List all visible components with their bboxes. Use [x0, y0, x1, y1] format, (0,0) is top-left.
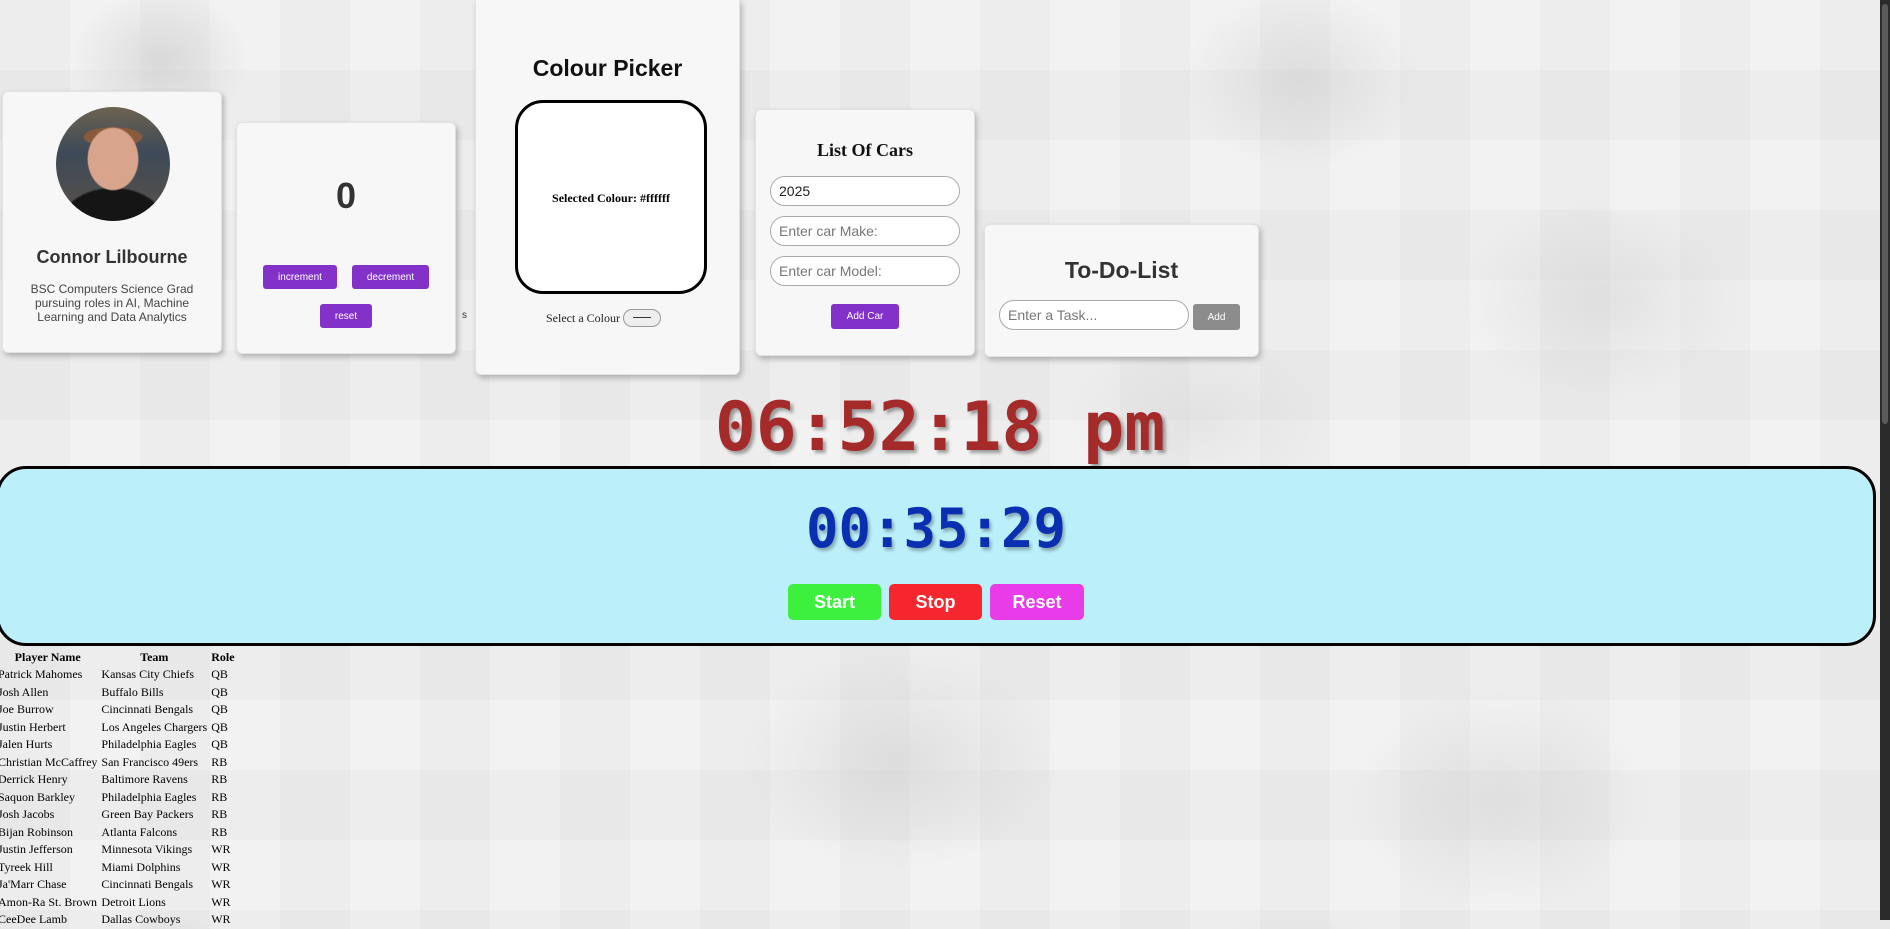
- table-row: Bijan Robinson Atlanta Falcons RB: [0, 824, 237, 842]
- colour-select-row: Select a Colour: [546, 309, 661, 327]
- table-row: Amon-Ra St. Brown Detroit Lions WR: [0, 894, 237, 912]
- table-row: Josh Jacobs Green Bay Packers RB: [0, 806, 237, 824]
- cell-role: WR: [211, 859, 231, 874]
- cell-team: Baltimore Ravens: [101, 772, 188, 787]
- players-table: Player Name Team Role Patrick Mahomes Kan…: [0, 648, 237, 929]
- stopwatch-reset-button[interactable]: Reset: [990, 584, 1084, 620]
- counter-value: 0: [335, 175, 357, 216]
- table-row: Tyreek Hill Miami Dolphins WR: [0, 859, 237, 877]
- header-role: Role: [211, 649, 235, 664]
- cell-role: WR: [211, 877, 231, 892]
- cell-role: RB: [211, 824, 228, 839]
- cell-team: San Francisco 49ers: [101, 754, 199, 769]
- cell-team: Philadelphia Eagles: [101, 737, 197, 752]
- cell-team: Los Angeles Chargers: [101, 719, 208, 734]
- table-row: Joe Burrow Cincinnati Bengals QB: [0, 701, 237, 719]
- profile-card: Connor Lilbourne BSC Computers Science G…: [2, 91, 222, 353]
- cell-team: Minnesota Vikings: [101, 842, 193, 857]
- colour-picker-card: Colour Picker Selected Colour: #ffffff S…: [475, 0, 740, 375]
- table-row: Justin Herbert Los Angeles Chargers QB: [0, 719, 237, 737]
- cell-team: Philadelphia Eagles: [101, 789, 197, 804]
- cell-role: QB: [211, 737, 228, 752]
- profile-name: Connor Lilbourne: [36, 247, 188, 267]
- table-row: Jalen Hurts Philadelphia Eagles QB: [0, 736, 237, 754]
- avatar: [56, 107, 170, 221]
- select-colour-label: Select a Colour: [546, 310, 620, 325]
- todo-title: To-Do-List: [1064, 257, 1179, 283]
- table-row: Derrick Henry Baltimore Ravens RB: [0, 771, 237, 789]
- colour-preview-box: Selected Colour: #ffffff: [515, 100, 707, 294]
- add-task-button[interactable]: Add: [1193, 304, 1240, 330]
- todo-card: To-Do-List Add: [984, 224, 1259, 357]
- cell-player-name: Derrick Henry: [0, 772, 68, 787]
- cell-team: Detroit Lions: [101, 894, 166, 909]
- cars-card: List Of Cars Add Car: [755, 109, 975, 356]
- cell-team: Buffalo Bills: [101, 684, 164, 699]
- cell-player-name: Justin Jefferson: [0, 842, 73, 857]
- cell-role: RB: [211, 772, 228, 787]
- cell-player-name: Amon-Ra St. Brown: [0, 894, 97, 909]
- cell-role: RB: [211, 754, 228, 769]
- cell-player-name: Saquon Barkley: [0, 789, 75, 804]
- cell-player-name: Tyreek Hill: [0, 859, 53, 874]
- cell-player-name: Bijan Robinson: [0, 824, 74, 839]
- cell-team: Green Bay Packers: [101, 807, 194, 822]
- cars-title: List Of Cars: [817, 140, 913, 160]
- cell-player-name: Justin Herbert: [0, 719, 66, 734]
- table-row: Josh Allen Buffalo Bills QB: [0, 684, 237, 702]
- table-row: Saquon Barkley Philadelphia Eagles RB: [0, 789, 237, 807]
- cell-team: Cincinnati Bengals: [101, 877, 194, 892]
- cell-player-name: Ja'Marr Chase: [0, 877, 67, 892]
- car-make-input[interactable]: [770, 216, 960, 246]
- table-row: Ja'Marr Chase Cincinnati Bengals WR: [0, 876, 237, 894]
- scrollbar-thumb[interactable]: [1882, 4, 1888, 424]
- colour-picker-title: Colour Picker: [532, 55, 683, 81]
- cell-team: Atlanta Falcons: [101, 824, 178, 839]
- stop-button[interactable]: Stop: [889, 584, 982, 620]
- cell-team: Miami Dolphins: [101, 859, 181, 874]
- increment-button[interactable]: increment: [263, 265, 337, 289]
- cell-player-name: Josh Jacobs: [0, 807, 55, 822]
- task-input[interactable]: [999, 300, 1189, 330]
- header-team: Team: [140, 649, 169, 664]
- cell-team: Cincinnati Bengals: [101, 702, 194, 717]
- cell-player-name: Joe Burrow: [0, 702, 54, 717]
- cell-role: RB: [211, 807, 228, 822]
- cell-role: QB: [211, 702, 228, 717]
- cell-role: WR: [211, 894, 231, 909]
- cell-role: QB: [211, 667, 228, 682]
- digital-clock: 06:52:18 pm: [714, 388, 1166, 467]
- table-row: Justin Jefferson Minnesota Vikings WR: [0, 841, 237, 859]
- counter-reset-button[interactable]: reset: [320, 304, 372, 328]
- cell-player-name: Christian McCaffrey: [0, 754, 98, 769]
- cell-player-name: Jalen Hurts: [0, 737, 53, 752]
- cell-role: WR: [211, 842, 231, 857]
- profile-bio: BSC Computers Science Grad pursuing role…: [30, 282, 194, 324]
- selected-colour-text: Selected Colour: #ffffff: [552, 191, 670, 205]
- cell-role: QB: [211, 719, 228, 734]
- cell-player-name: Patrick Mahomes: [0, 667, 83, 682]
- stray-text: s: [462, 310, 467, 321]
- table-row: Christian McCaffrey San Francisco 49ers RB: [0, 754, 237, 772]
- stopwatch-panel: 00:35:29 Start Stop Reset: [0, 466, 1876, 646]
- cell-team: Kansas City Chiefs: [101, 667, 195, 682]
- stopwatch-display: 00:35:29: [805, 497, 1067, 560]
- table-row: Patrick Mahomes Kansas City Chiefs QB: [0, 666, 237, 684]
- cell-player-name: Josh Allen: [0, 684, 49, 699]
- scrollbar[interactable]: [1880, 0, 1890, 920]
- counter-card: 0 increment decrement reset: [236, 122, 456, 354]
- car-model-input[interactable]: [770, 256, 960, 286]
- car-year-input[interactable]: [770, 176, 960, 206]
- table-header-row: Player Name Team Role: [0, 648, 237, 666]
- cell-role: RB: [211, 789, 228, 804]
- cell-role: QB: [211, 684, 228, 699]
- start-button[interactable]: Start: [788, 584, 881, 620]
- add-car-button[interactable]: Add Car: [831, 304, 899, 329]
- header-player-name: Player Name: [14, 649, 81, 664]
- decrement-button[interactable]: decrement: [352, 265, 429, 289]
- colour-input[interactable]: [622, 309, 661, 327]
